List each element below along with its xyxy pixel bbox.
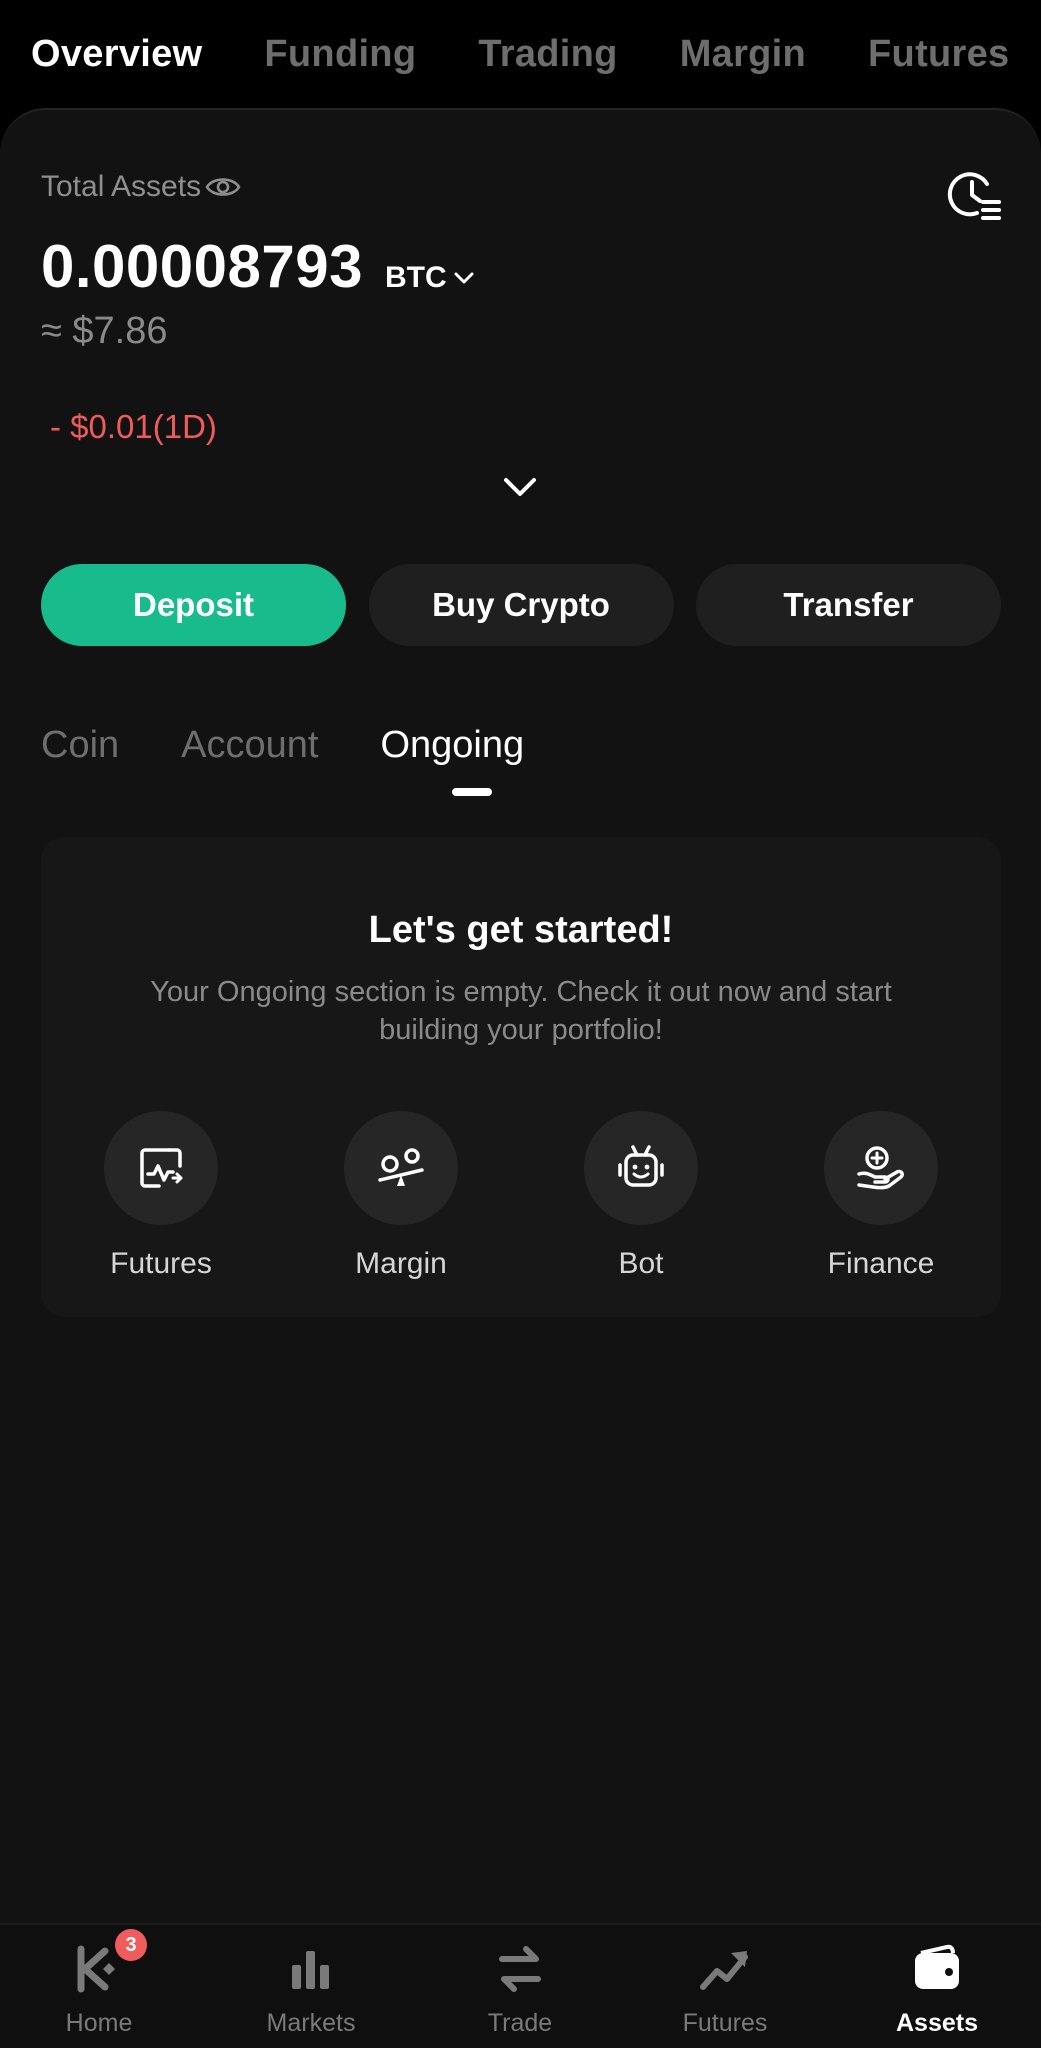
active-tab-indicator	[452, 788, 492, 796]
tab-overview[interactable]: Overview	[31, 33, 202, 76]
top-tab-bar: Overview Funding Trading Margin Futures	[0, 0, 1041, 108]
empty-state-title: Let's get started!	[368, 909, 674, 951]
shortcut-bot[interactable]: Bot	[541, 1111, 741, 1281]
history-clock-icon[interactable]	[947, 168, 1001, 222]
transfer-button[interactable]: Transfer	[696, 564, 1001, 646]
shortcut-futures-circle	[104, 1111, 218, 1225]
tab-trading[interactable]: Trading	[478, 33, 617, 76]
chevron-down-icon	[454, 272, 474, 284]
eye-icon[interactable]	[205, 173, 241, 201]
nav-assets-label: Assets	[896, 2009, 978, 2037]
total-assets-header: Total Assets	[41, 170, 241, 204]
tab-margin[interactable]: Margin	[680, 33, 806, 76]
tab-futures[interactable]: Futures	[868, 33, 1009, 76]
bot-icon	[618, 1145, 664, 1187]
shortcut-margin-circle	[344, 1111, 458, 1225]
shortcut-finance-label: Finance	[827, 1247, 935, 1280]
nav-futures-label: Futures	[682, 2009, 768, 2037]
shortcut-bot-circle	[584, 1111, 698, 1225]
home-logo-icon: 3	[73, 1929, 147, 1995]
tab-funding[interactable]: Funding	[264, 33, 416, 76]
assets-screen: Overview Funding Trading Margin Futures …	[0, 0, 1041, 2048]
shortcut-futures[interactable]: Futures	[61, 1111, 261, 1281]
bottom-nav: 3 Home Markets Trade Futures Assets	[0, 1923, 1041, 2048]
futures-chart-icon	[140, 1148, 183, 1188]
daily-pnl: - $0.01(1D)	[50, 408, 217, 445]
currency-unit-label: BTC	[385, 261, 447, 294]
wallet-icon	[911, 1943, 963, 1995]
tab-account[interactable]: Account	[181, 724, 318, 767]
trend-up-icon	[699, 1943, 751, 1995]
bar-chart-icon	[285, 1943, 337, 1995]
approx-usd-value: ≈ $7.86	[41, 310, 168, 352]
shortcut-finance-circle	[824, 1111, 938, 1225]
nav-trade-label: Trade	[487, 2009, 553, 2037]
shortcut-margin-label: Margin	[355, 1247, 447, 1280]
shortcut-bot-label: Bot	[618, 1247, 664, 1280]
nav-markets-label: Markets	[266, 2009, 356, 2037]
total-assets-label: Total Assets	[41, 170, 202, 203]
buy-crypto-button[interactable]: Buy Crypto	[368, 564, 674, 646]
shortcut-finance[interactable]: Finance	[781, 1111, 981, 1281]
nav-futures[interactable]: Futures	[645, 1943, 805, 2038]
nav-home-label: Home	[65, 2009, 133, 2037]
empty-state-message: Your Ongoing section is empty. Check it …	[150, 976, 892, 1046]
notification-badge: 3	[115, 1929, 147, 1961]
shortcut-margin[interactable]: Margin	[301, 1111, 501, 1281]
nav-markets[interactable]: Markets	[231, 1943, 391, 2038]
nav-home[interactable]: 3 Home	[19, 1929, 179, 2038]
asset-sub-tabs: Coin Account Ongoing	[41, 724, 586, 767]
nav-trade[interactable]: Trade	[440, 1943, 600, 2038]
total-balance-value: 0.00008793	[41, 233, 363, 300]
margin-icon	[378, 1148, 424, 1186]
nav-assets[interactable]: Assets	[857, 1943, 1017, 2038]
currency-selector[interactable]: BTC	[385, 261, 475, 295]
expand-chevron-icon[interactable]	[502, 474, 538, 500]
tab-ongoing[interactable]: Ongoing	[380, 724, 524, 767]
finance-icon	[857, 1146, 904, 1190]
balance-row: 0.00008793 BTC	[41, 232, 475, 301]
swap-arrows-icon	[494, 1943, 546, 1995]
empty-state-card: Let's get started! Your Ongoing section …	[41, 837, 1001, 1317]
shortcut-futures-label: Futures	[110, 1247, 212, 1280]
tab-coin[interactable]: Coin	[41, 724, 119, 767]
deposit-button[interactable]: Deposit	[41, 564, 346, 646]
action-buttons: Deposit Buy Crypto Transfer	[41, 564, 1001, 646]
overview-panel: Total Assets 0.00008793 BTC ≈ $7.86 - $0	[0, 108, 1041, 1923]
